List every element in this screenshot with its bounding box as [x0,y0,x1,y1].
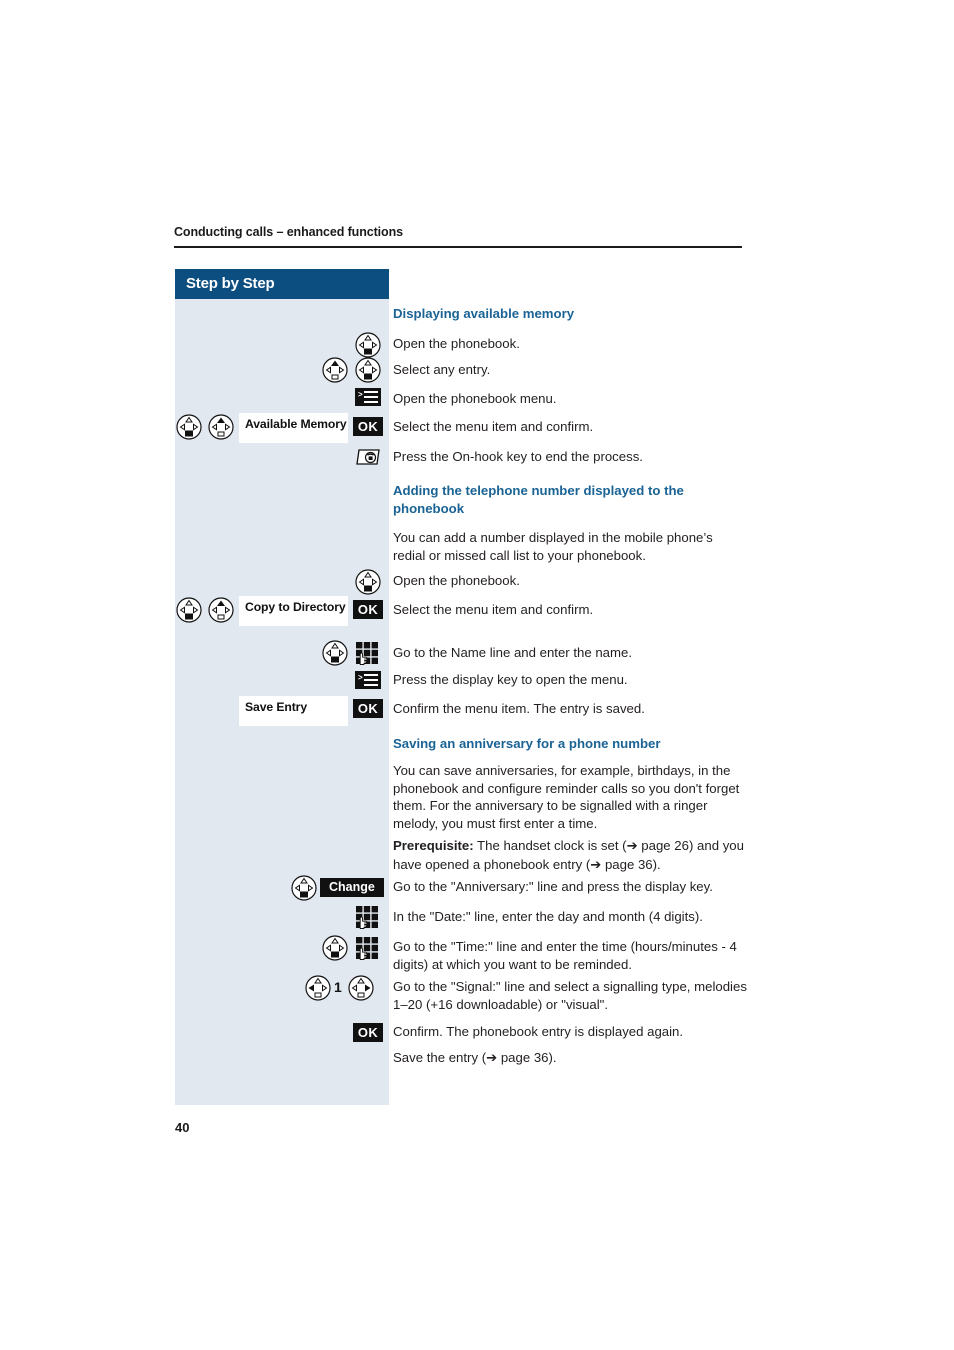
step-text: Go to the "Signal:" line and select a si… [393,979,747,1012]
ok-key-label: OK [353,417,383,436]
step-text: Open the phonebook menu. [393,391,557,406]
menu-item-label: Save Entry [245,700,308,714]
step-text: Open the phonebook. [393,336,520,351]
change-soft-key[interactable]: Change [320,878,384,897]
keypad-digit-1: 1 [334,979,342,995]
keypad-icon[interactable] [355,936,379,960]
step-text: Select any entry. [393,362,491,377]
menu-key-lines [364,391,378,403]
step-text: In the "Date:" line, enter the day and m… [393,909,703,924]
menu-item-label: Available Memory [245,417,347,431]
prerequisite-label: Prerequisite: [393,838,474,853]
step-by-step-header: Step by Step [175,269,389,299]
ok-key-label: OK [353,600,383,619]
menu-key-caret: > [358,390,363,399]
step-text: Select the menu item and confirm. [393,602,594,617]
heading-saving-anniversary: Saving an anniversary for a phone number [393,736,661,751]
menu-item-label-box[interactable]: Available Memory [239,413,348,443]
keypad-icon[interactable] [355,905,379,929]
step-text: Confirm. The phonebook entry is displaye… [393,1024,684,1039]
prerequisite-ref-1[interactable]: page 26 [638,838,689,853]
page-number: 40 [175,1120,190,1135]
step-by-step-title: Step by Step [186,275,275,292]
navigation-key-down-icon[interactable] [291,875,317,901]
ok-key-icon[interactable]: OK [353,417,383,436]
step-text: Press the On-hook key to end the process… [393,449,643,464]
ok-key-icon[interactable]: OK [353,1023,383,1042]
step-text: Confirm the menu item. The entry is save… [393,701,645,716]
navigation-key-down-icon[interactable] [355,357,381,383]
change-soft-key-label: Change [320,878,384,897]
prerequisite-text-3: ). [652,856,661,872]
step-text: Press the display key to open the menu. [393,672,628,687]
closing-text-1: Save the entry ( [393,1050,487,1065]
heading-displaying-available-memory: Displaying available memory [393,306,575,321]
prerequisite-paragraph: Prerequisite: The handset clock is set (… [393,837,745,874]
navigation-key-up-icon[interactable] [208,414,234,440]
navigation-key-down-icon[interactable] [355,569,381,595]
navigation-key-up-icon[interactable] [208,597,234,623]
manual-page: Conducting calls – enhanced functions St… [0,0,954,1350]
page-ref-arrow-icon: ➔ [590,857,602,873]
step-text: Go to the "Anniversary:" line and press … [393,879,713,894]
step-text: Open the phonebook. [393,573,520,588]
menu-key-caret: > [358,673,363,682]
menu-item-label-box[interactable]: Copy to Directory [239,596,348,626]
navigation-key-down-icon[interactable] [322,640,348,666]
navigation-key-up-icon[interactable] [322,357,348,383]
ok-key-label: OK [353,1023,383,1042]
on-hook-key-icon[interactable] [355,447,381,467]
heading-adding-telephone-number: Adding the telephone number displayed to… [393,483,684,516]
closing-text-2: ). [548,1050,557,1065]
step-text: Select the menu item and confirm. [393,419,594,434]
prerequisite-text-1: The handset clock is set ( [473,838,627,853]
step-text: Go to the "Time:" line and enter the tim… [393,939,737,972]
menu-item-label: Copy to Directory [245,600,346,614]
closing-paragraph: Save the entry (➔ page 36). [393,1049,749,1068]
closing-ref[interactable]: page 36 [497,1050,549,1065]
header-rule [174,246,742,248]
section-intro-paragraph: You can add a number displayed in the mo… [393,530,713,563]
page-ref-arrow-icon: ➔ [486,1051,498,1066]
running-head: Conducting calls – enhanced functions [174,225,403,239]
navigation-key-down-icon[interactable] [355,332,381,358]
ok-key-label: OK [353,699,383,718]
navigation-key-left-icon[interactable] [305,975,331,1001]
ok-key-icon[interactable]: OK [353,699,383,718]
prerequisite-ref-2[interactable]: page 36 [601,857,653,872]
navigation-key-right-icon[interactable] [348,975,374,1001]
keypad-icon[interactable] [355,641,379,665]
menu-key-icon[interactable]: > [355,671,381,689]
page-ref-arrow-icon: ➔ [626,839,638,854]
menu-key-icon[interactable]: > [355,388,381,406]
menu-key-lines [364,674,378,686]
navigation-key-down-icon[interactable] [176,597,202,623]
menu-item-label-box[interactable]: Save Entry [239,696,348,726]
navigation-key-down-icon[interactable] [176,414,202,440]
section-intro-paragraph: You can save anniversaries, for example,… [393,763,740,831]
navigation-key-down-icon[interactable] [322,935,348,961]
step-text: Go to the Name line and enter the name. [393,645,632,660]
ok-key-icon[interactable]: OK [353,600,383,619]
